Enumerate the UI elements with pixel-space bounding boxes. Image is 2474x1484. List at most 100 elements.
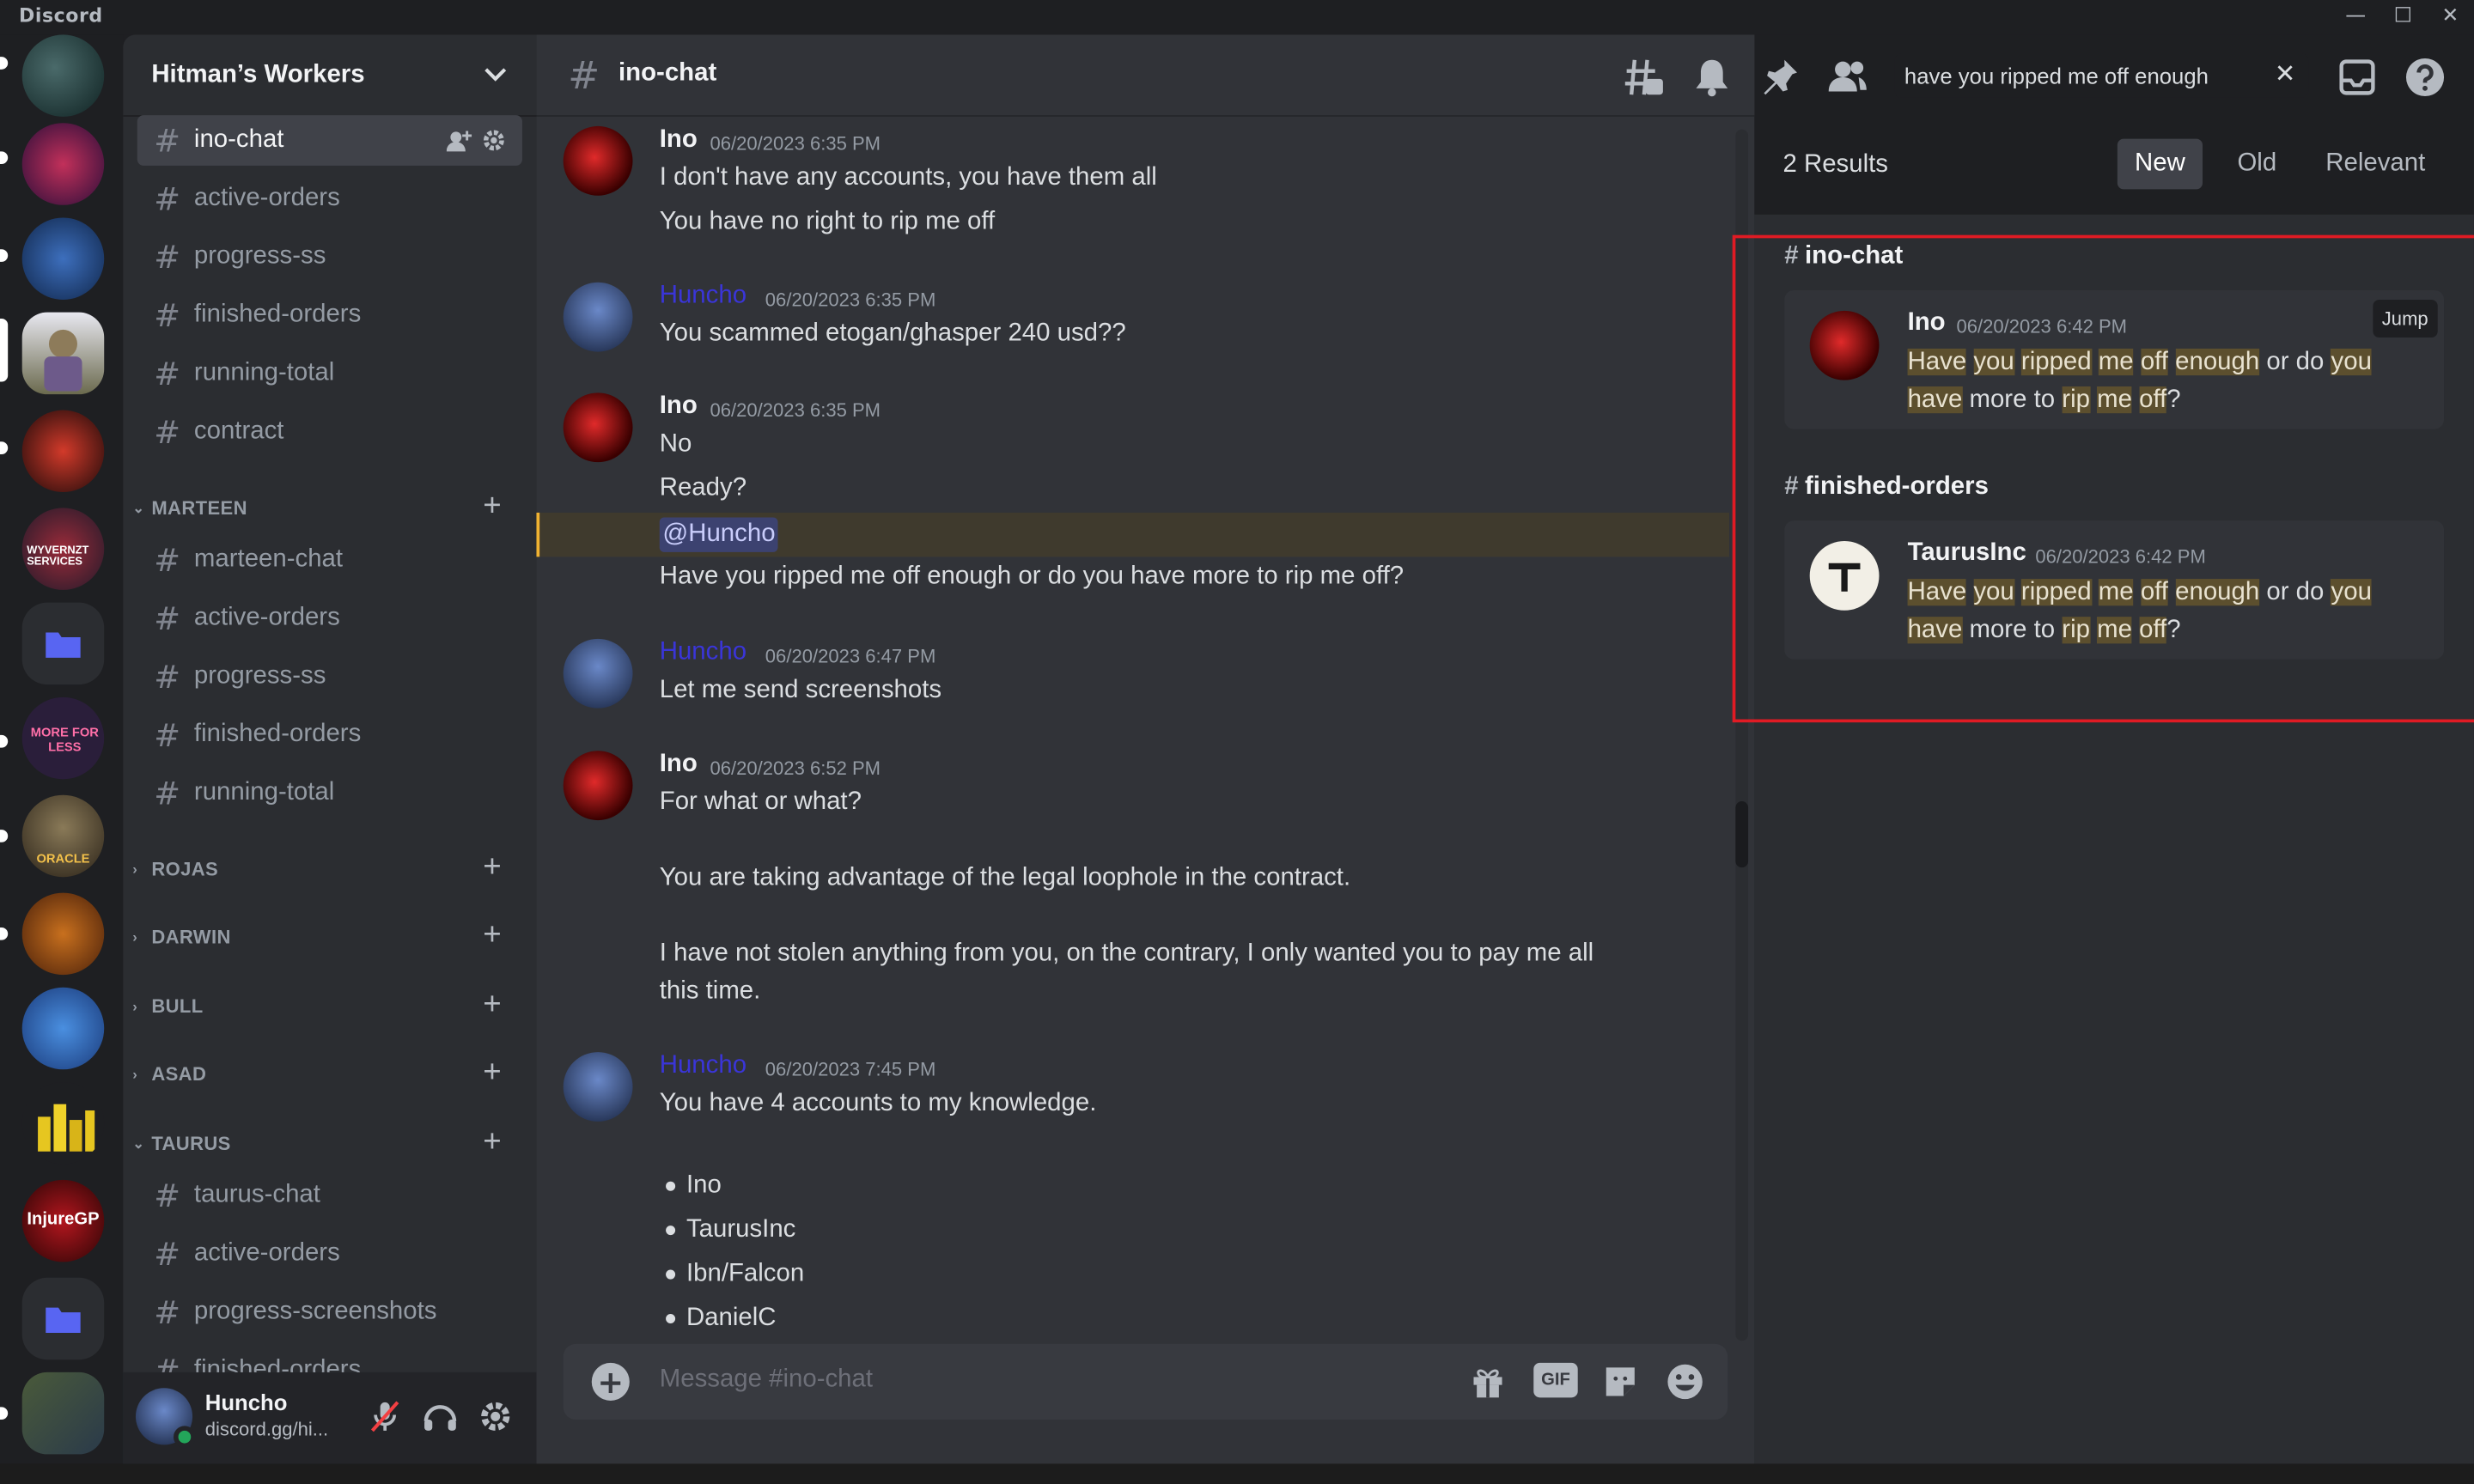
message-author[interactable]: Huncho (660, 283, 746, 311)
help-icon[interactable] (2404, 57, 2446, 98)
channel-active-orders[interactable]: # active-orders (137, 173, 522, 224)
message-author[interactable]: Ino (660, 126, 698, 155)
server-icon-1[interactable] (21, 34, 105, 117)
message[interactable]: Ino 06/20/2023 6:35 PM I don't have any … (536, 123, 1729, 258)
channel-contract[interactable]: # contract (137, 407, 522, 458)
message-composer[interactable]: + Message #ino-chat GIF (563, 1343, 1728, 1420)
server-rail: WYVERNZT SERVICES MORE FOR LESS ORACLE I… (0, 34, 124, 1464)
category-bull[interactable]: › BULL + (132, 988, 527, 1024)
add-channel-button[interactable]: + (483, 850, 502, 886)
pin-icon[interactable] (1759, 57, 1801, 98)
server-icon-injuregp[interactable]: InjureGP (21, 1179, 105, 1262)
avatar[interactable] (563, 125, 633, 196)
server-icon-2[interactable] (21, 123, 105, 205)
search-input[interactable]: have you ripped me off enough ✕ (1894, 53, 2309, 98)
guild-header[interactable]: Hitman’s Workers (123, 34, 537, 117)
category-rojas[interactable]: › ROJAS + (132, 850, 527, 885)
channel-finished-orders-marteen[interactable]: # finished-orders (137, 710, 522, 761)
message[interactable]: Ino 06/20/2023 6:35 PM No Ready? @Huncho… (536, 390, 1730, 605)
close-window-button[interactable]: ✕ (2427, 0, 2474, 34)
maximize-button[interactable]: ☐ (2380, 0, 2427, 34)
message-text: Ready? (659, 474, 747, 502)
category-taurus[interactable]: ⌄ TAURUS + (132, 1125, 527, 1161)
message[interactable]: Huncho 06/20/2023 6:47 PM Let me send sc… (536, 636, 1729, 721)
server-icon-hitmans-workers[interactable] (21, 312, 105, 395)
message[interactable]: Ino 06/20/2023 6:52 PM For what or what?… (536, 748, 1729, 1019)
message-text: For what or what? (659, 788, 862, 816)
server-icon-more-for-less[interactable]: MORE FOR LESS (21, 696, 105, 780)
channel-finished-orders[interactable]: # finished-orders (137, 290, 522, 341)
channel-running-total[interactable]: # running-total (137, 349, 522, 399)
server-folder-1[interactable] (21, 602, 105, 685)
scrollbar-thumb[interactable] (1735, 801, 1749, 868)
add-channel-button[interactable]: + (483, 988, 502, 1024)
message-timestamp: 06/20/2023 6:47 PM (765, 645, 936, 667)
channel-running-total-marteen[interactable]: # running-total (137, 768, 522, 818)
add-channel-button[interactable]: + (483, 489, 502, 525)
avatar[interactable] (563, 1052, 633, 1122)
category-asad[interactable]: › ASAD + (132, 1055, 527, 1092)
member-list-icon[interactable] (1827, 57, 1868, 98)
username[interactable]: Huncho (205, 1390, 288, 1414)
clear-search-icon[interactable]: ✕ (2275, 58, 2296, 88)
server-icon-wyvernzt[interactable]: WYVERNZT SERVICES (21, 508, 105, 590)
avatar[interactable] (563, 751, 633, 821)
sort-old-tab[interactable]: Old (2220, 139, 2294, 190)
avatar[interactable] (563, 282, 633, 352)
add-channel-button[interactable]: + (483, 918, 502, 954)
channel-progress-ss[interactable]: # progress-ss (137, 232, 522, 283)
server-icon-5[interactable] (21, 410, 105, 493)
avatar[interactable] (563, 392, 633, 463)
bell-icon[interactable] (1691, 57, 1733, 98)
server-icon-ge[interactable] (21, 892, 105, 976)
channel-active-orders-marteen[interactable]: # active-orders (137, 593, 522, 644)
sort-new-tab[interactable]: New (2117, 138, 2203, 190)
channel-progress-ss-marteen[interactable]: # progress-ss (137, 652, 522, 702)
sticker-icon[interactable] (1601, 1363, 1639, 1401)
message[interactable]: Huncho 06/20/2023 7:45 PM You have 4 acc… (536, 1049, 1729, 1333)
message-author[interactable]: Huncho (660, 1052, 746, 1080)
add-channel-button[interactable]: + (483, 1055, 502, 1092)
user-mention[interactable]: @Huncho (659, 517, 779, 552)
server-icon-last[interactable] (21, 1371, 105, 1455)
search-query[interactable]: have you ripped me off enough (1904, 63, 2209, 88)
message-author[interactable]: Ino (660, 751, 698, 779)
inbox-icon[interactable] (2337, 57, 2378, 98)
minimize-button[interactable]: — (2332, 0, 2380, 34)
message[interactable]: Huncho 06/20/2023 6:35 PM You scammed et… (536, 279, 1729, 364)
mute-microphone-icon[interactable] (366, 1397, 404, 1435)
channel-progress-screenshots[interactable]: # progress-screenshots (137, 1287, 522, 1338)
channel-taurus-chat[interactable]: # taurus-chat (137, 1171, 522, 1221)
server-icon-wizard[interactable] (21, 987, 105, 1070)
message-text: You scammed etogan/ghasper 240 usd?? (659, 319, 1126, 348)
add-channel-button[interactable]: + (483, 1125, 502, 1161)
server-icon-hitmans[interactable] (21, 217, 105, 300)
message-text: Let me send screenshots (659, 676, 942, 704)
message-input[interactable]: Message #ino-chat (660, 1366, 873, 1395)
hashtag-icon: # (154, 355, 181, 393)
threads-icon[interactable] (1624, 57, 1665, 98)
server-icon-gold[interactable] (21, 1081, 105, 1165)
sort-relevant-tab[interactable]: Relevant (2308, 139, 2442, 190)
gear-icon[interactable] (481, 128, 506, 153)
message-author[interactable]: Ino (660, 392, 698, 421)
emoji-icon[interactable] (1667, 1363, 1704, 1401)
category-marteen[interactable]: ⌄ MARTEEN + (132, 489, 527, 525)
category-darwin[interactable]: › DARWIN + (132, 918, 527, 954)
attach-plus-button[interactable]: + (591, 1362, 630, 1401)
channel-ino-chat[interactable]: # ino-chat (137, 115, 522, 166)
channel-active-orders-taurus[interactable]: # active-orders (137, 1229, 522, 1280)
gif-button[interactable]: GIF (1533, 1362, 1578, 1398)
avatar[interactable] (563, 638, 633, 709)
message-author[interactable]: Huncho (660, 639, 746, 667)
channel-marteen-chat[interactable]: # marteen-chat (137, 535, 522, 586)
channel-title: ino-chat (618, 59, 717, 88)
server-folder-2[interactable] (21, 1277, 105, 1360)
user-settings-gear-icon[interactable] (477, 1397, 515, 1435)
invite-icon[interactable] (446, 128, 472, 153)
hashtag-icon: # (154, 238, 181, 277)
headphones-icon[interactable] (421, 1397, 459, 1435)
server-icon-oracle[interactable]: ORACLE (21, 794, 105, 878)
gift-icon[interactable] (1469, 1363, 1507, 1401)
category-label: DARWIN (151, 926, 231, 948)
